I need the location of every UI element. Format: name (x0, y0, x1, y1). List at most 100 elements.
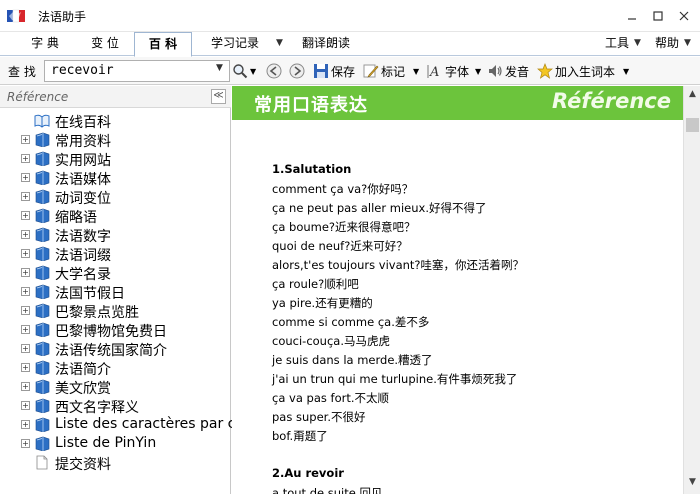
help-dropdown-icon[interactable]: ▼ (684, 32, 691, 56)
content-panel: 常用口语表达 Référence 1.Salutation comment ça … (232, 86, 700, 494)
tree-item[interactable]: + 法语简介 (0, 358, 231, 378)
page-icon (36, 455, 48, 470)
tab-dictionary[interactable]: 字 典 (22, 32, 68, 56)
expand-icon[interactable]: + (21, 287, 30, 296)
collapse-panel-button[interactable]: ≪ (211, 89, 226, 104)
expression-line: j'ai un trun qui me turlupine.有件事烦死我了 (272, 372, 518, 386)
expand-icon[interactable]: + (21, 344, 30, 353)
find-label: 查 找 (8, 65, 36, 79)
scroll-up-icon[interactable]: ▲ (684, 89, 700, 103)
expression-line: comment ça va?你好吗？ (272, 182, 414, 196)
scroll-thumb[interactable] (686, 118, 699, 132)
tree-item[interactable]: + 法语词缀 (0, 244, 231, 264)
expand-icon[interactable]: + (21, 439, 30, 448)
tree-item-label: 法语词缀 (55, 248, 111, 264)
book-icon (35, 379, 50, 394)
search-history-dropdown-icon[interactable]: ▼ (216, 63, 223, 73)
tab-translate-read[interactable]: 翻译朗读 (294, 32, 358, 56)
tree-item[interactable]: + 实用网站 (0, 149, 231, 169)
svg-text:A: A (429, 65, 439, 79)
expression-line: couci-couça.马马虎虎 (272, 334, 390, 348)
tools-menu[interactable]: 工具 (602, 32, 632, 56)
tree-item[interactable]: + 巴黎景点览胜 (0, 301, 231, 321)
tree-item-label: Liste des caractères par clé (55, 416, 248, 432)
expand-icon[interactable]: + (21, 401, 30, 410)
font-dropdown-icon: ▼ (475, 66, 482, 76)
expression-line: comme si comme ça.差不多 (272, 315, 430, 329)
expression-line: pas super.不很好 (272, 410, 366, 424)
expand-icon[interactable]: + (21, 382, 30, 391)
tree-item-label: 常用资料 (55, 134, 111, 150)
book-icon (35, 227, 50, 242)
expand-icon[interactable]: + (21, 135, 30, 144)
speak-button[interactable]: 发音 (487, 61, 529, 81)
tree-item[interactable]: + 法语媒体 (0, 168, 231, 188)
expand-icon[interactable]: + (21, 173, 30, 182)
scroll-down-icon[interactable]: ▼ (684, 477, 700, 491)
expression-line: je suis dans la merde.糟透了 (272, 353, 433, 367)
search-input[interactable]: recevoir (44, 60, 230, 82)
tree-item[interactable]: + 美文欣赏 (0, 377, 231, 397)
mark-label: 标记 (381, 64, 406, 79)
expand-icon[interactable]: + (21, 268, 30, 277)
maximize-button[interactable] (648, 6, 668, 26)
expand-icon[interactable]: + (21, 211, 30, 220)
expand-icon[interactable]: + (21, 306, 30, 315)
tree-item[interactable]: 提交资料 (0, 453, 231, 473)
tree-item-label: 提交资料 (55, 457, 111, 473)
add-to-wordbook-button[interactable]: 加入生词本 ▼ (537, 61, 629, 81)
tree-item[interactable]: + 缩略语 (0, 206, 231, 226)
tree-item[interactable]: + 动词变位 (0, 187, 231, 207)
expand-icon[interactable]: + (21, 154, 30, 163)
vertical-scrollbar[interactable]: ▲ ▼ (683, 86, 700, 494)
tab-study-record[interactable]: 学习记录 (204, 32, 266, 56)
mark-button[interactable]: 标记 ▼ (363, 61, 419, 81)
tree-item-label: 法语媒体 (55, 172, 111, 188)
save-button[interactable]: 保存 (313, 61, 355, 81)
back-button[interactable] (266, 61, 284, 81)
tree-item[interactable]: + 西文名字释义 (0, 396, 231, 416)
font-icon: A (427, 65, 439, 79)
tree-item[interactable]: + Liste des caractères par clé (0, 415, 248, 434)
tree-item[interactable]: 在线百科 (0, 111, 231, 131)
expand-icon[interactable]: + (21, 249, 30, 258)
expand-icon[interactable]: + (21, 325, 30, 334)
star-icon (537, 63, 553, 79)
main-tab-bar: 字 典 变 位 百 科 学习记录 ▼ 翻译朗读 工具 ▼ 帮助 ▼ (0, 32, 700, 57)
floppy-disk-icon (314, 64, 328, 78)
mark-dropdown-icon: ▼ (413, 66, 420, 76)
font-button[interactable]: A 字体 ▼ (427, 61, 481, 81)
tree-item[interactable]: + 法语传统国家简介 (0, 339, 231, 359)
tools-dropdown-icon[interactable]: ▼ (634, 32, 641, 56)
magnifier-icon (233, 64, 248, 79)
book-icon (35, 265, 50, 280)
tab-encyclopedia[interactable]: 百 科 (134, 32, 192, 57)
search-button[interactable]: ▼ (232, 61, 256, 81)
tab-conjugation[interactable]: 变 位 (80, 32, 130, 56)
close-icon (679, 11, 689, 21)
minimize-button[interactable] (622, 6, 642, 26)
content-header-title: 常用口语表达 (254, 95, 368, 116)
expand-icon[interactable]: + (21, 230, 30, 239)
tree-item[interactable]: + 大学名录 (0, 263, 231, 283)
tree-item-label: 法语简介 (55, 362, 111, 378)
help-menu[interactable]: 帮助 (652, 32, 682, 56)
book-icon (35, 151, 50, 166)
study-record-dropdown-icon[interactable]: ▼ (276, 32, 283, 56)
expand-icon[interactable]: + (21, 363, 30, 372)
tree-item[interactable]: + 法国节假日 (0, 282, 231, 302)
tree-item[interactable]: + 巴黎博物馆免费日 (0, 320, 231, 340)
search-dropdown-icon: ▼ (250, 66, 257, 76)
forward-button[interactable] (289, 61, 307, 81)
panel-header: Référence ≪ (0, 86, 231, 108)
tree-item[interactable]: + 常用资料 (0, 130, 231, 150)
tree-item[interactable]: + Liste de PinYin (0, 434, 231, 453)
expression-line: alors,t'es toujours vivant?哇塞，你还活着咧？ (272, 258, 525, 272)
expand-icon[interactable]: + (21, 192, 30, 201)
close-button[interactable] (674, 6, 694, 26)
book-icon (35, 417, 50, 432)
tree-item[interactable]: + 法语数字 (0, 225, 231, 245)
open-book-icon (34, 114, 50, 128)
expand-icon[interactable]: + (21, 420, 30, 429)
section-heading: 2.Au revoir (272, 466, 344, 480)
